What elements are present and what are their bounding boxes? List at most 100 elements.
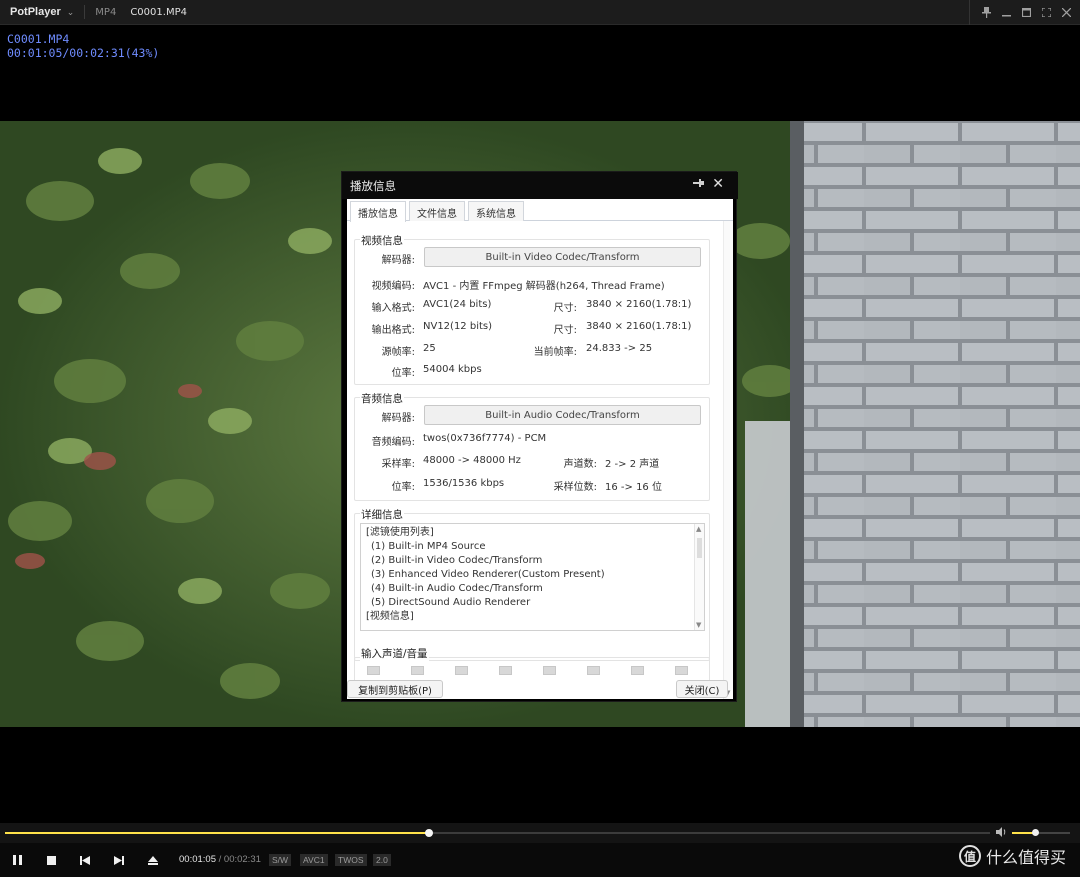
filter-list[interactable]: [滤镜使用列表] (1) Built-in MP4 Source (2) Bui… bbox=[360, 523, 705, 631]
osd-overlay: C0001.MP4 00:01:05/00:02:31(43%) bbox=[7, 32, 159, 60]
window-title: C0001.MP4 bbox=[130, 6, 187, 18]
video-group-label: 视频信息 bbox=[360, 233, 404, 248]
scroll-down-icon[interactable]: ▼ bbox=[696, 621, 701, 629]
seek-bar-area bbox=[0, 823, 1080, 843]
audio-group-label: 音频信息 bbox=[360, 391, 404, 406]
maximize-icon[interactable] bbox=[1016, 0, 1036, 25]
output-format-label: 输出格式: bbox=[371, 325, 415, 336]
tab-file-info[interactable]: 文件信息 bbox=[409, 201, 465, 221]
eject-icon[interactable] bbox=[144, 851, 162, 869]
list-item: [滤镜使用列表] bbox=[366, 527, 434, 538]
seek-handle[interactable] bbox=[424, 829, 433, 837]
input-size-value: 3840 × 2160(1.78:1) bbox=[586, 299, 692, 310]
pin-icon[interactable] bbox=[976, 0, 996, 25]
samplerate-value: 48000 -> 48000 Hz bbox=[423, 455, 521, 466]
dialog-body: 播放信息 文件信息 系统信息 视频信息 解码器: Built-in Video … bbox=[347, 199, 733, 699]
current-time: 00:01:05 bbox=[179, 854, 216, 865]
audio-decoder-label: 解码器: bbox=[381, 413, 415, 424]
app-name: PotPlayer bbox=[10, 6, 61, 18]
volume-icon[interactable] bbox=[996, 827, 1007, 840]
audio-decoder-button[interactable]: Built-in Audio Codec/Transform bbox=[424, 405, 701, 425]
volume-slider[interactable] bbox=[1012, 829, 1070, 836]
channel-meter bbox=[499, 666, 512, 675]
audio-codec-value: twos(0x736f7774) - PCM bbox=[423, 433, 547, 444]
divider bbox=[969, 0, 970, 25]
seek-bar[interactable] bbox=[5, 829, 990, 837]
channel-meters bbox=[367, 666, 688, 675]
pin-icon[interactable] bbox=[693, 178, 704, 191]
dialog-title-bar: 播放信息 bbox=[342, 172, 738, 199]
channel-meter bbox=[543, 666, 556, 675]
channels-value: 2 -> 2 声道 bbox=[605, 459, 660, 470]
audio-channels-badge[interactable]: 2.0 bbox=[373, 854, 391, 866]
channel-meter bbox=[367, 666, 380, 675]
dialog-scrollbar[interactable]: ▼ bbox=[723, 221, 733, 699]
video-bitrate-label: 位率: bbox=[391, 368, 415, 379]
watermark-logo: 值 bbox=[958, 845, 981, 867]
tab-playback-info[interactable]: 播放信息 bbox=[350, 201, 406, 222]
list-item: (5) DirectSound Audio Renderer bbox=[371, 597, 531, 608]
video-decoder-button[interactable]: Built-in Video Codec/Transform bbox=[424, 247, 701, 267]
video-codec-label: 视频编码: bbox=[371, 281, 415, 292]
previous-icon[interactable] bbox=[76, 851, 94, 869]
bitdepth-label: 采样位数: bbox=[553, 482, 597, 493]
playback-info-dialog: 播放信息 ✕ 播放信息 文件信息 系统信息 视频信息 解码器: Built-in… bbox=[341, 171, 738, 702]
source-fps-label: 源帧率: bbox=[381, 347, 415, 358]
watermark: 值 什么值得买 bbox=[958, 844, 1066, 868]
channel-meter bbox=[631, 666, 644, 675]
channels-label: 声道数: bbox=[563, 459, 597, 470]
list-scrollbar[interactable]: ▲ ▼ bbox=[694, 524, 704, 630]
audio-bitrate-label: 位率: bbox=[391, 482, 415, 493]
list-item: (1) Built-in MP4 Source bbox=[371, 541, 486, 552]
video-bitrate-value: 54004 kbps bbox=[423, 364, 482, 375]
video-codec-badge[interactable]: AVC1 bbox=[300, 854, 328, 866]
audio-codec-badge[interactable]: TWOS bbox=[335, 854, 367, 866]
audio-bitrate-value: 1536/1536 kbps bbox=[423, 478, 505, 489]
channel-meter bbox=[455, 666, 468, 675]
osd-filename: C0001.MP4 bbox=[7, 32, 70, 46]
audio-codec-label: 音频编码: bbox=[371, 437, 415, 448]
output-format-value: NV12(12 bits) bbox=[423, 321, 493, 332]
channel-group-label: 输入声道/音量 bbox=[360, 646, 429, 661]
copy-to-clipboard-button[interactable]: 复制到剪贴板(P) bbox=[347, 680, 443, 698]
time-separator: / bbox=[218, 854, 222, 865]
format-label: MP4 bbox=[95, 6, 117, 18]
current-fps-label: 当前帧率: bbox=[533, 347, 577, 358]
channel-meter bbox=[675, 666, 688, 675]
control-bar: 00:01:05 / 00:02:31 S/W AVC1 TWOS 2.0 值 … bbox=[0, 843, 1080, 877]
close-button[interactable]: 关闭(C) bbox=[676, 680, 728, 698]
tab-strip: 播放信息 文件信息 系统信息 bbox=[347, 199, 733, 222]
detail-group-label: 详细信息 bbox=[360, 507, 404, 522]
osd-position: 00:01:05/00:02:31(43%) bbox=[7, 46, 160, 60]
video-decoder-label: 解码器: bbox=[381, 255, 415, 266]
input-size-label: 尺寸: bbox=[553, 303, 577, 314]
output-size-label: 尺寸: bbox=[553, 325, 577, 336]
minimize-icon[interactable] bbox=[996, 0, 1016, 25]
chevron-down-icon: ⌄ bbox=[66, 6, 75, 17]
close-icon[interactable]: ✕ bbox=[712, 176, 724, 192]
output-size-value: 3840 × 2160(1.78:1) bbox=[586, 321, 692, 332]
list-item: (4) Built-in Audio Codec/Transform bbox=[371, 583, 543, 594]
stop-icon[interactable] bbox=[42, 851, 60, 869]
window-controls bbox=[969, 0, 1076, 25]
input-format-value: AVC1(24 bits) bbox=[423, 299, 492, 310]
channel-meter bbox=[411, 666, 424, 675]
close-icon[interactable] bbox=[1056, 0, 1076, 25]
scroll-up-icon[interactable]: ▲ bbox=[696, 525, 701, 533]
source-fps-value: 25 bbox=[423, 343, 436, 354]
volume-handle[interactable] bbox=[1032, 829, 1040, 836]
tab-system-info[interactable]: 系统信息 bbox=[468, 201, 524, 221]
time-display: 00:01:05 / 00:02:31 bbox=[179, 854, 261, 865]
app-menu-button[interactable]: PotPlayer ⌄ bbox=[0, 0, 84, 25]
list-item: (3) Enhanced Video Renderer(Custom Prese… bbox=[371, 569, 605, 580]
list-item: (2) Built-in Video Codec/Transform bbox=[371, 555, 543, 566]
title-bar: PotPlayer ⌄ MP4 C0001.MP4 bbox=[0, 0, 1080, 25]
video-codec-value: AVC1 - 内置 FFmpeg 解码器(h264, Thread Frame) bbox=[423, 281, 665, 292]
list-item: [视频信息] bbox=[366, 611, 414, 622]
pause-icon[interactable] bbox=[8, 851, 26, 869]
scrollbar-thumb[interactable] bbox=[697, 538, 702, 558]
renderer-badge[interactable]: S/W bbox=[269, 854, 292, 866]
next-icon[interactable] bbox=[110, 851, 128, 869]
fullscreen-icon[interactable] bbox=[1036, 0, 1056, 25]
channel-meter bbox=[587, 666, 600, 675]
